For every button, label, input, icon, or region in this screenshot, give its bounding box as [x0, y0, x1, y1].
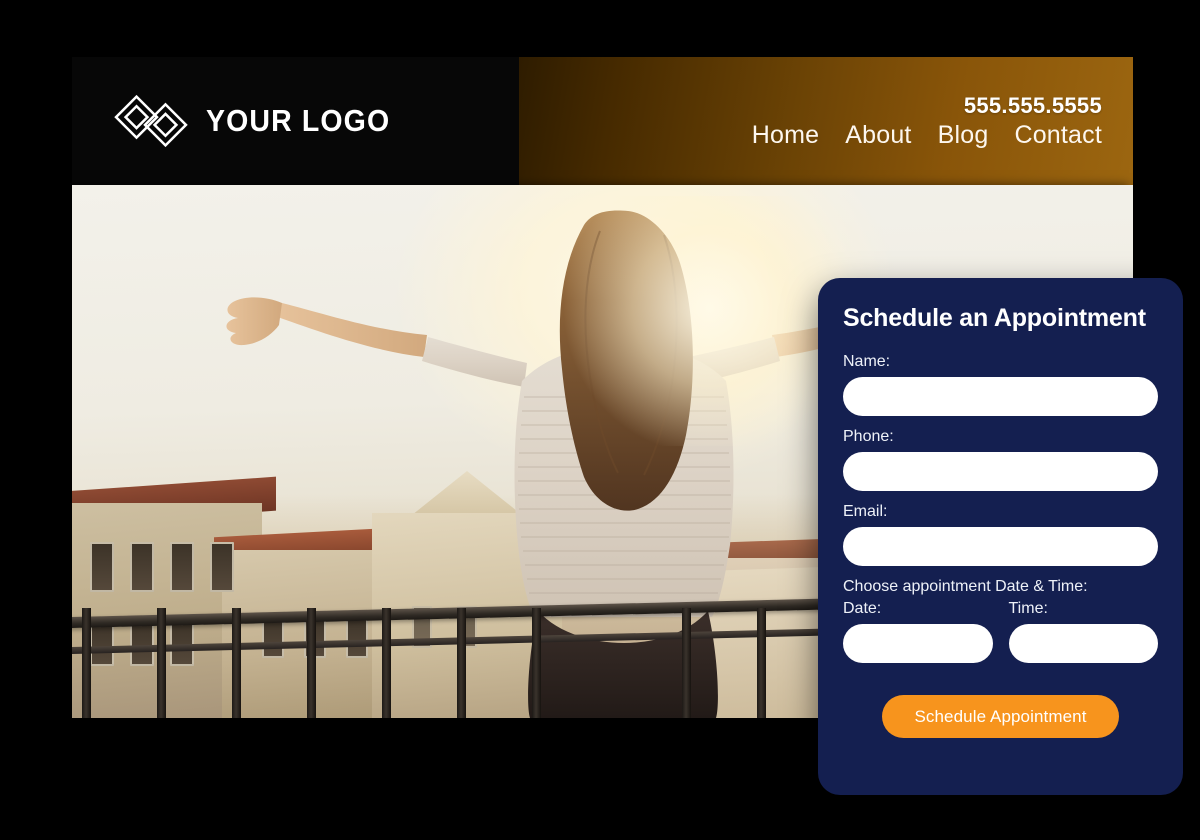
interlocking-diamonds-logo-icon[interactable]	[112, 93, 190, 149]
header-phone-number[interactable]: 555.555.5555	[964, 93, 1102, 119]
date-field-label: Date:	[843, 600, 882, 617]
logo-wordmark[interactable]: YOUR LOGO	[206, 103, 390, 139]
railing-baluster	[682, 608, 691, 718]
datetime-row: Date: Time:	[843, 600, 1158, 663]
railing-baluster	[157, 608, 166, 718]
name-input[interactable]	[843, 377, 1158, 416]
header-logo-zone: YOUR LOGO	[72, 57, 519, 185]
railing-baluster	[457, 608, 466, 718]
railing-baluster	[382, 608, 391, 718]
railing-baluster	[232, 608, 241, 718]
header-nav-zone: 555.555.5555 Home About Blog Contact	[519, 57, 1133, 185]
time-input[interactable]	[1008, 624, 1158, 663]
submit-button-wrap: Schedule Appointment	[843, 695, 1158, 738]
schedule-appointment-button[interactable]: Schedule Appointment	[882, 695, 1119, 738]
main-navigation: Home About Blog Contact	[752, 121, 1102, 150]
site-header: YOUR LOGO 555.555.5555 Home About Blog C…	[72, 57, 1133, 185]
email-field-label: Email:	[843, 503, 888, 520]
form-title: Schedule an Appointment	[843, 304, 1146, 332]
email-input[interactable]	[843, 527, 1158, 566]
appointment-form-card: Schedule an Appointment Name: Phone: Ema…	[818, 278, 1183, 795]
nav-item-blog[interactable]: Blog	[938, 121, 989, 150]
time-field-group: Time:	[1008, 600, 1158, 663]
nav-item-home[interactable]: Home	[752, 121, 820, 150]
railing-baluster	[82, 608, 91, 718]
nav-item-about[interactable]: About	[845, 121, 911, 150]
phone-field-label: Phone:	[843, 428, 894, 445]
date-field-group: Date:	[843, 600, 993, 663]
nav-item-contact[interactable]: Contact	[1014, 121, 1102, 150]
page-canvas: YOUR LOGO 555.555.5555 Home About Blog C…	[0, 0, 1200, 840]
date-input[interactable]	[843, 624, 993, 663]
railing-baluster	[307, 608, 316, 718]
time-field-label: Time:	[1008, 600, 1048, 617]
datetime-section-label: Choose appointment Date & Time:	[843, 578, 1088, 595]
railing-baluster	[757, 608, 766, 718]
railing-baluster	[532, 608, 541, 718]
phone-input[interactable]	[843, 452, 1158, 491]
name-field-label: Name:	[843, 353, 891, 370]
